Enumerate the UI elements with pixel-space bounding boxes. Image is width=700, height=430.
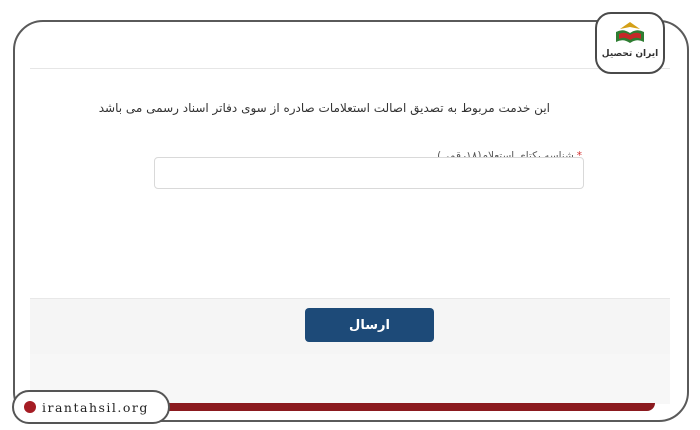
- submit-button[interactable]: ارسال: [305, 308, 434, 342]
- header-divider: [30, 68, 670, 69]
- site-logo: ایران تحصیل: [595, 12, 665, 74]
- logo-text: ایران تحصیل: [601, 49, 659, 59]
- site-url-badge: irantahsil.org: [12, 390, 170, 424]
- brand-red-bar: [150, 403, 655, 411]
- site-url: irantahsil.org: [42, 399, 149, 415]
- service-notice: این خدمت مربوط به تصدیق اصالت استعلامات …: [98, 101, 550, 115]
- globe-icon: [24, 401, 36, 413]
- logo-icon: [616, 22, 644, 43]
- inquiry-id-input[interactable]: [154, 157, 584, 189]
